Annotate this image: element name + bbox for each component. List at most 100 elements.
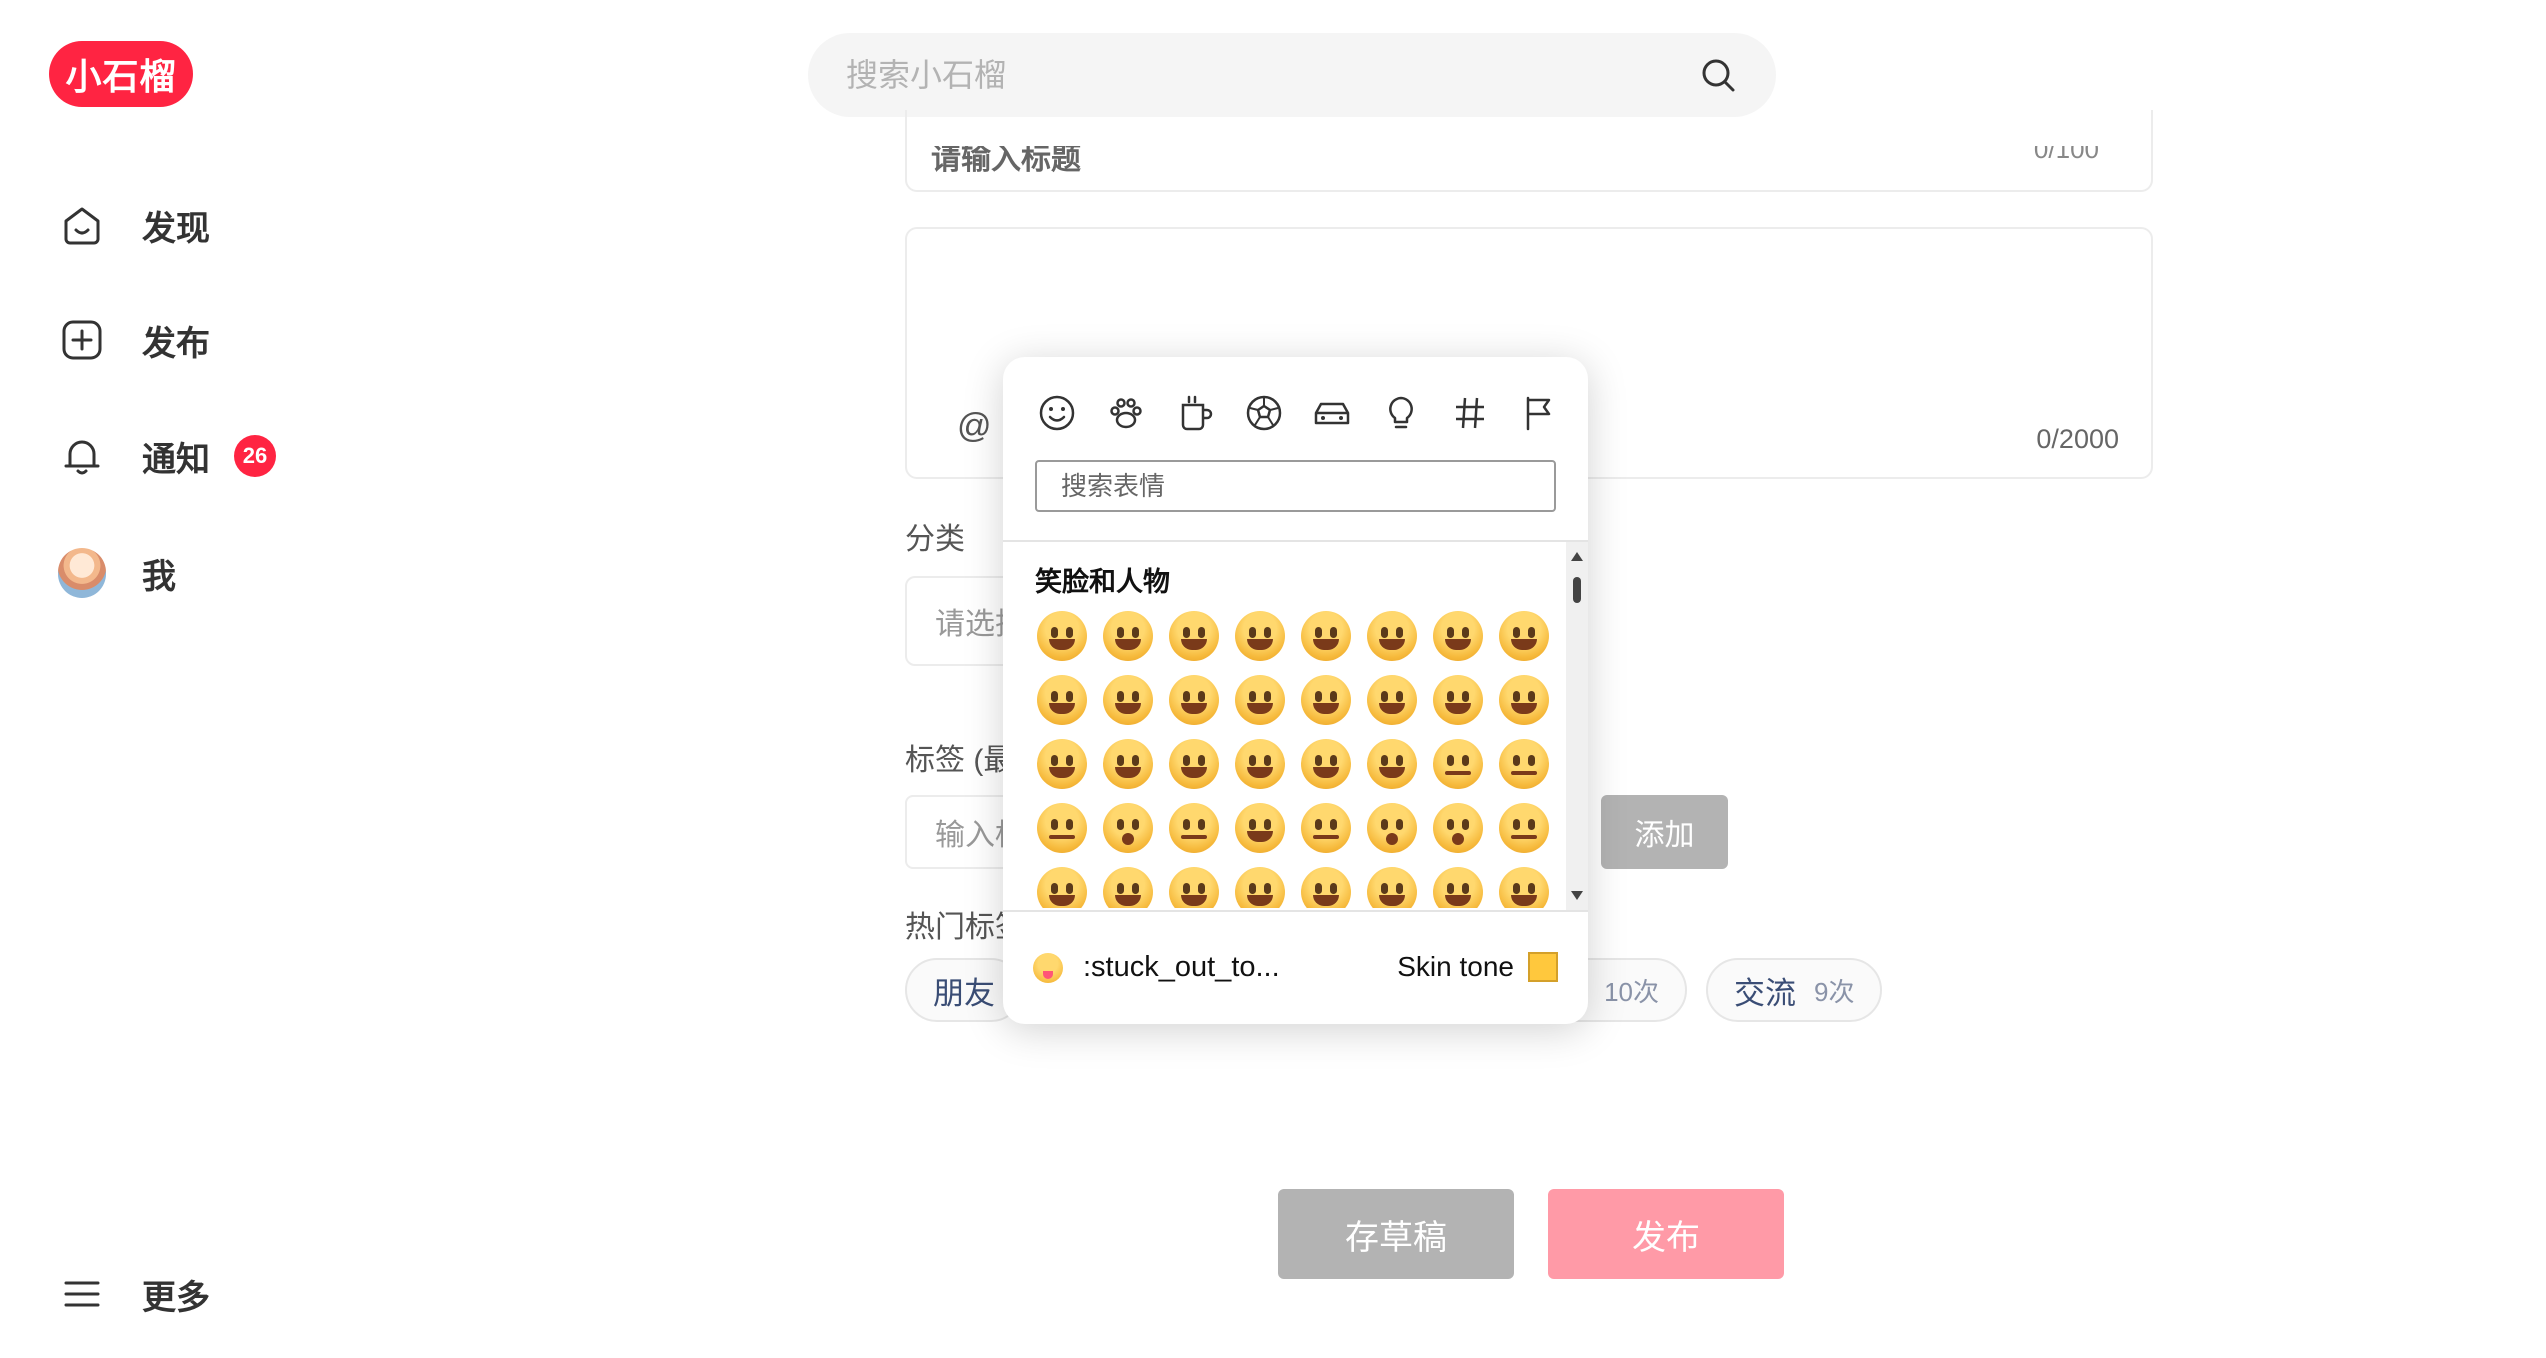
emoji-scrollbar[interactable] [1566,542,1588,910]
emoji-item[interactable] [1227,668,1293,732]
title-placeholder: 请输入标题 [931,143,1081,176]
emoji-item[interactable] [1227,732,1293,796]
emoji-search-input[interactable] [1059,469,1543,503]
emoji-item[interactable] [1029,668,1095,732]
scroll-down-arrow-icon[interactable] [1571,891,1583,900]
content-counter: 0/2000 [2036,424,2119,454]
title-input[interactable]: 请输入标题 0/100 [905,110,2153,192]
emoji-face-icon [1037,803,1087,853]
stuck-out-tongue-emoji-icon [1033,952,1063,983]
emoji-item[interactable] [1029,860,1095,908]
emoji-face-icon [1103,675,1153,725]
emoji-item[interactable] [1029,604,1095,668]
emoji-item[interactable] [1095,860,1161,908]
emoji-item[interactable] [1029,732,1095,796]
emoji-item[interactable] [1359,796,1425,860]
bulb-icon[interactable] [1377,389,1425,437]
scroll-up-arrow-icon[interactable] [1571,552,1583,561]
publish-button[interactable]: 发布 [1548,1189,1784,1279]
emoji-grid [1029,604,1557,908]
emoji-item[interactable] [1359,604,1425,668]
emoji-item[interactable] [1161,860,1227,908]
emoji-search-field[interactable] [1035,460,1556,512]
emoji-item[interactable] [1425,604,1491,668]
emoji-item[interactable] [1293,860,1359,908]
emoji-face-icon [1103,739,1153,789]
sidebar-item-publish[interactable]: 发布 [58,310,210,370]
emoji-face-icon [1433,739,1483,789]
emoji-item[interactable] [1359,668,1425,732]
sidebar-item-more[interactable]: 更多 [58,1264,210,1324]
sidebar-item-label: 发现 [142,209,210,248]
emoji-preview: :stuck_out_to... [1033,951,1280,984]
mention-button[interactable]: @ [957,407,992,446]
flag-icon[interactable] [1515,389,1563,437]
emoji-item[interactable] [1359,732,1425,796]
car-icon[interactable] [1308,389,1356,437]
emoji-face-icon [1499,803,1549,853]
emoji-item[interactable] [1491,604,1557,668]
paw-icon[interactable] [1102,389,1150,437]
plus-square-icon [58,316,106,364]
sidebar-item-label: 我 [142,557,176,596]
emoji-item[interactable] [1425,668,1491,732]
emoji-item[interactable] [1161,604,1227,668]
emoji-item[interactable] [1095,796,1161,860]
emoji-item[interactable] [1293,796,1359,860]
emoji-item[interactable] [1491,860,1557,908]
emoji-face-icon [1301,611,1351,661]
emoji-preview-name: :stuck_out_to... [1083,951,1280,983]
emoji-item[interactable] [1425,860,1491,908]
emoji-item[interactable] [1491,732,1557,796]
sidebar-item-discover[interactable]: 发现 [58,195,210,255]
emoji-face-icon [1499,739,1549,789]
hot-tag-chip[interactable]: 交流 9次 [1706,958,1883,1022]
add-tag-button[interactable]: 添加 [1601,795,1728,869]
emoji-item[interactable] [1491,668,1557,732]
scroll-thumb[interactable] [1573,577,1581,603]
avatar [58,548,106,598]
emoji-face-icon [1499,675,1549,725]
cup-icon[interactable] [1171,389,1219,437]
emoji-item[interactable] [1227,796,1293,860]
ball-icon[interactable] [1240,389,1288,437]
emoji-item[interactable] [1293,604,1359,668]
title-counter: 0/100 [2033,134,2099,164]
emoji-item[interactable] [1227,860,1293,908]
emoji-item[interactable] [1029,796,1095,860]
emoji-face-icon [1433,611,1483,661]
sidebar-item-me[interactable]: 我 [58,543,176,603]
emoji-category-bar [1033,389,1563,445]
search-icon[interactable] [1698,55,1738,95]
emoji-face-icon [1367,739,1417,789]
emoji-face-icon [1169,611,1219,661]
emoji-item[interactable] [1359,860,1425,908]
emoji-item[interactable] [1227,604,1293,668]
hot-tag-name: 朋友 [933,975,995,1011]
sidebar-item-notifications[interactable]: 通知 26 [58,426,276,486]
emoji-item[interactable] [1095,604,1161,668]
hash-icon[interactable] [1446,389,1494,437]
emoji-face-icon [1169,739,1219,789]
emoji-item[interactable] [1161,796,1227,860]
skin-tone-swatch[interactable] [1528,952,1558,982]
emoji-item[interactable] [1425,796,1491,860]
emoji-item[interactable] [1095,732,1161,796]
emoji-item[interactable] [1161,732,1227,796]
emoji-face-icon [1301,803,1351,853]
emoji-item[interactable] [1161,668,1227,732]
emoji-item[interactable] [1293,732,1359,796]
emoji-item[interactable] [1491,796,1557,860]
emoji-face-icon [1235,611,1285,661]
top-search-input[interactable] [844,55,1668,95]
emoji-face-icon [1103,867,1153,908]
emoji-item[interactable] [1425,732,1491,796]
emoji-face-icon [1367,867,1417,908]
skin-tone-selector[interactable]: Skin tone [1397,951,1558,983]
emoji-item[interactable] [1293,668,1359,732]
save-draft-button[interactable]: 存草稿 [1278,1189,1514,1279]
logo[interactable]: 小石榴 [49,41,193,107]
hot-tag-name: 交流 [1734,975,1796,1011]
smiley-icon[interactable] [1033,389,1081,437]
emoji-item[interactable] [1095,668,1161,732]
